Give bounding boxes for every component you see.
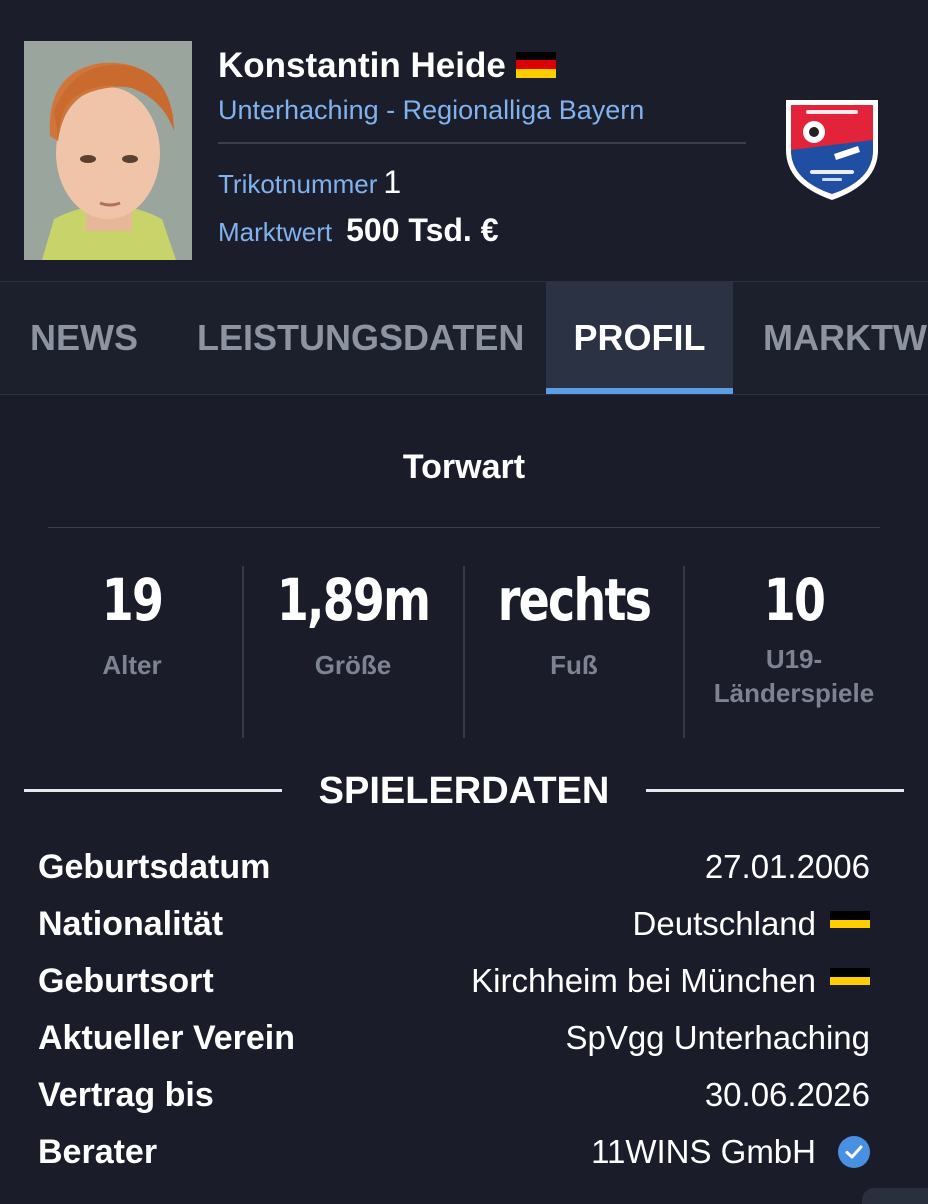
player-header: Konstantin Heide Unterhaching - Regional… <box>0 0 928 280</box>
stat-age: 19 Alter <box>22 566 242 738</box>
player-name-text: Konstantin Heide <box>218 46 506 85</box>
germany-flag-icon <box>830 911 870 937</box>
tab-news[interactable]: NEWS <box>30 282 138 394</box>
birthplace-label: Geburtsort <box>38 962 214 1000</box>
stat-height: 1,89m Größe <box>243 566 463 738</box>
contract-label: Vertrag bis <box>38 1076 214 1114</box>
stat-height-label: Größe <box>314 650 392 680</box>
contract-value: 30.06.2026 <box>704 1076 870 1113</box>
data-row-contract: Vertrag bis 30.06.2026 <box>38 1076 870 1132</box>
market-value-amount: 500 Tsd. € <box>346 212 499 248</box>
current-club-value[interactable]: SpVgg Unterhaching <box>565 1019 870 1057</box>
birthplace-value: Kirchheim bei München <box>471 962 816 999</box>
birthdate-label: Geburtsdatum <box>38 848 271 886</box>
nationality-label: Nationalität <box>38 905 224 943</box>
data-row-agent: Berater 11WINS GmbH <box>38 1133 870 1189</box>
data-row-current-club: Aktueller Verein SpVgg Unterhaching <box>38 1019 870 1075</box>
birthdate-value: 27.01.2006 <box>704 848 870 885</box>
agent-value[interactable]: 11WINS GmbH <box>591 1133 816 1171</box>
jersey-number-value: 1 <box>383 164 402 200</box>
data-row-birthplace: Geburtsort Kirchheim bei München <box>38 962 870 1018</box>
market-value-row: Marktwert 500 Tsd. € <box>218 212 499 249</box>
header-divider <box>218 142 746 144</box>
stat-foot: rechts Fuß <box>464 566 684 738</box>
germany-flag-icon <box>830 968 870 994</box>
tab-leistungsdaten[interactable]: LEISTUNGSDATEN <box>197 282 524 394</box>
germany-flag-icon <box>515 51 556 78</box>
tab-profil[interactable]: PROFIL <box>546 282 733 394</box>
agent-label: Berater <box>38 1133 158 1171</box>
section-rule-right <box>646 789 904 792</box>
stat-caps-label: U19- Länderspiele <box>713 644 875 708</box>
stat-age-label: Alter <box>102 650 162 680</box>
jersey-number-row: Trikotnummer 1 <box>218 164 401 201</box>
stat-caps-value: 10 <box>763 566 826 634</box>
verified-check-icon <box>838 1136 870 1168</box>
stat-international-caps: 10 U19- Länderspiele <box>684 566 904 748</box>
stat-height-value: 1,89m <box>276 566 431 634</box>
stat-foot-value: rechts <box>497 566 652 634</box>
jersey-number-label: Trikotnummer <box>218 169 378 199</box>
nationality-value[interactable]: Deutschland <box>633 905 816 943</box>
stat-age-value: 19 <box>101 566 164 634</box>
market-value-label: Marktwert <box>218 217 333 247</box>
player-name: Konstantin Heide <box>218 46 556 86</box>
data-row-birthdate: Geburtsdatum 27.01.2006 <box>38 848 870 904</box>
data-row-nationality: Nationalität Deutschland <box>38 905 870 961</box>
club-league-link[interactable]: Unterhaching - Regionalliga Bayern <box>218 95 644 126</box>
current-club-label: Aktueller Verein <box>38 1019 296 1057</box>
bottom-corner-handle <box>862 1188 928 1204</box>
position-divider <box>48 527 880 528</box>
stat-foot-label: Fuß <box>550 650 598 680</box>
tab-bar: NEWS LEISTUNGSDATEN PROFIL MARKTWERT <box>0 281 928 395</box>
tab-marktwert[interactable]: MARKTWERT <box>763 282 928 394</box>
club-crest-icon[interactable] <box>776 92 888 204</box>
player-position: Torwart <box>402 448 526 486</box>
player-photo <box>24 41 192 260</box>
